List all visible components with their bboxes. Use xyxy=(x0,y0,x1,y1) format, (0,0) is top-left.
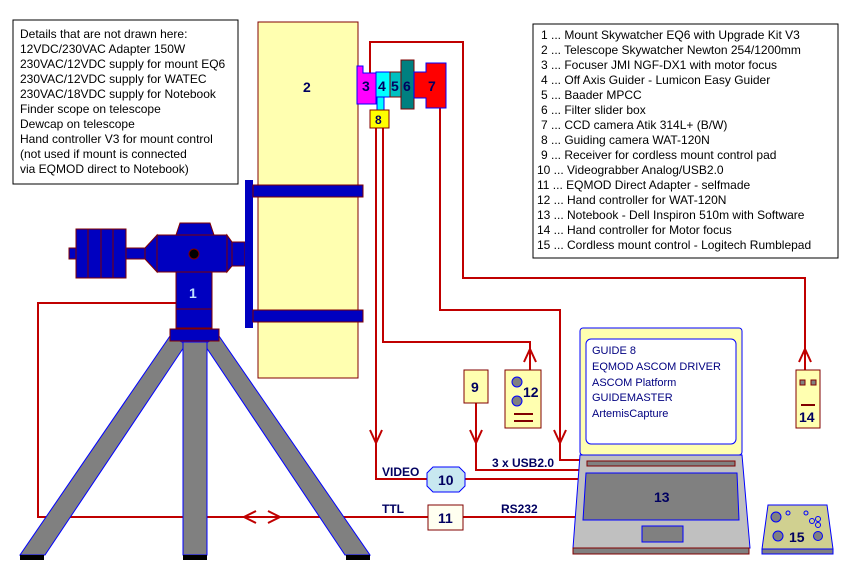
legend-item: 13 ... Notebook - Dell Inspiron 510m wit… xyxy=(537,208,805,222)
legend-item: 5 ... Baader MPCC xyxy=(541,88,642,102)
software-item: EQMOD ASCOM DRIVER xyxy=(592,361,721,373)
label-15: 15 xyxy=(789,529,805,545)
notes-box: Details that are not drawn here: 12VDC/2… xyxy=(12,19,239,185)
note-line: 12VDC/230VAC Adapter 150W xyxy=(20,42,186,56)
note-line: via EQMOD direct to Notebook) xyxy=(20,162,189,176)
note-line: 230VAC/12VDC supply for WATEC xyxy=(20,72,207,86)
label-7: 7 xyxy=(428,78,436,94)
software-item: ArtemisCapture xyxy=(592,408,668,420)
label-5: 5 xyxy=(391,78,399,94)
telescope-tube: 2 xyxy=(257,21,359,379)
eqmod-adapter-11: 11 xyxy=(427,504,464,531)
notebook-13: GUIDE 8 EQMOD ASCOM DRIVER ASCOM Platfor… xyxy=(572,327,751,555)
hand-controller-12: 12 xyxy=(504,369,542,429)
receiver-9: 9 xyxy=(463,369,489,404)
legend-item: 2 ... Telescope Skywatcher Newton 254/12… xyxy=(541,43,801,57)
legend-item: 10 ... Videograbber Analog/USB2.0 xyxy=(537,163,724,177)
label-10: 10 xyxy=(438,472,454,488)
label-1: 1 xyxy=(189,285,197,301)
legend-item: 14 ... Hand controller for Motor focus xyxy=(537,223,732,237)
software-item: GUIDE 8 xyxy=(592,345,636,357)
label-9: 9 xyxy=(471,379,479,395)
label-6: 6 xyxy=(403,78,411,94)
videograbber-10: 10 xyxy=(426,466,466,493)
label-13: 13 xyxy=(654,489,670,505)
note-line: Finder scope on telescope xyxy=(20,102,161,116)
legend-item: 7 ... CCD camera Atik 314L+ (B/W) xyxy=(541,118,727,132)
label-14: 14 xyxy=(799,409,815,425)
rs232-label: RS232 xyxy=(501,502,538,516)
mount-ttl-wire xyxy=(37,302,428,518)
note-line: Hand controller V3 for mount control xyxy=(20,132,213,146)
wat-controller-wire xyxy=(382,128,531,370)
note-line: (not used if mount is connected xyxy=(20,147,187,161)
label-4: 4 xyxy=(378,78,386,94)
software-item: GUIDEMASTER xyxy=(592,392,673,404)
note-line: 230VAC/12VDC supply for mount EQ6 xyxy=(20,57,226,71)
legend-item: 3 ... Focuser JMI NGF-DX1 with motor foc… xyxy=(541,58,777,72)
label-2: 2 xyxy=(303,79,311,95)
label-3: 3 xyxy=(362,78,370,94)
astro-setup-diagram: Details that are not drawn here: 12VDC/2… xyxy=(12,19,839,560)
legend-item: 6 ... Filter slider box xyxy=(541,103,646,117)
rumblepad-15: 15 xyxy=(761,504,834,555)
legend-item: 11 ... EQMOD Direct Adapter - selfmade xyxy=(537,178,751,192)
ttl-label: TTL xyxy=(382,502,404,516)
legend-item: 15 ... Cordless mount control - Logitech… xyxy=(537,238,811,252)
note-line: 230VAC/18VDC supply for Notebook xyxy=(20,87,217,101)
software-item: ASCOM Platform xyxy=(592,377,676,389)
label-8: 8 xyxy=(375,113,382,127)
label-12: 12 xyxy=(523,384,539,400)
legend-item: 1 ... Mount Skywatcher EQ6 with Upgrade … xyxy=(541,28,800,42)
legend-item: 8 ... Guiding camera WAT-120N xyxy=(541,133,710,147)
legend-item: 9 ... Receiver for cordless mount contro… xyxy=(541,148,776,162)
usb-label: 3 x USB2.0 xyxy=(492,456,554,470)
note-line: Dewcap on telescope xyxy=(20,117,135,131)
legend-item: 4 ... Off Axis Guider - Lumicon Easy Gui… xyxy=(541,73,770,87)
note-line: Details that are not drawn here: xyxy=(20,27,187,41)
video-label: VIDEO xyxy=(382,465,419,479)
legend-box: 1 ... Mount Skywatcher EQ6 with Upgrade … xyxy=(532,23,839,259)
label-11: 11 xyxy=(438,510,453,526)
legend-item: 12 ... Hand controller for WAT-120N xyxy=(537,193,726,207)
hand-controller-14: 14 xyxy=(795,369,821,429)
